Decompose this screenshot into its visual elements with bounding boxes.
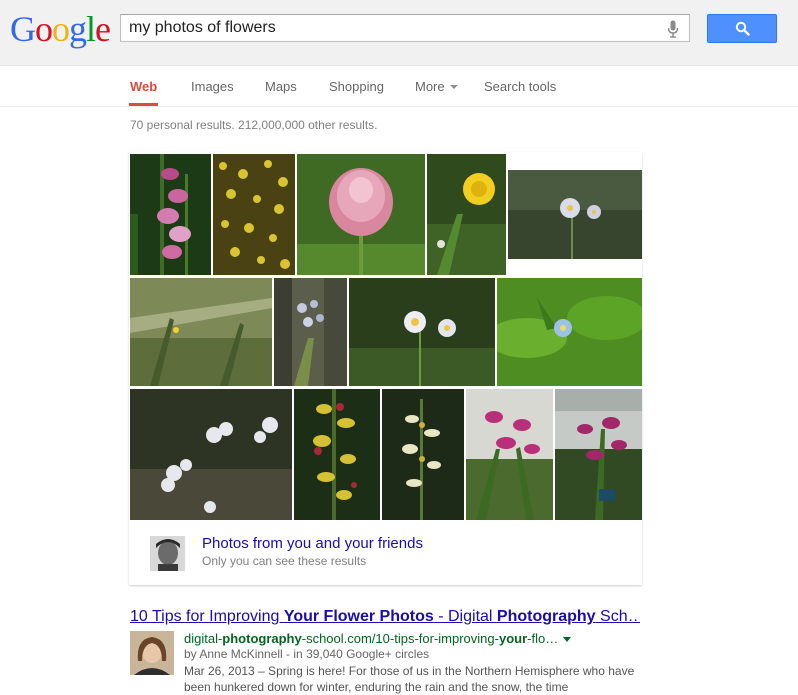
tab-more-label: More [415,79,445,94]
photo-thumbnail[interactable] [382,389,464,520]
tab-search-tools[interactable]: Search tools [484,79,556,106]
photo-thumbnail[interactable] [130,389,292,520]
tab-maps[interactable]: Maps [265,79,297,106]
avatar [150,536,185,571]
tab-images[interactable]: Images [191,79,234,106]
photo-thumbnail[interactable] [294,389,380,520]
google-logo[interactable]: Google [10,9,111,49]
chevron-down-icon [449,84,458,89]
logo-letter: e [95,9,111,49]
photo-thumbnail[interactable] [508,170,642,259]
url-part: digital- [184,631,223,646]
title-part: Sch… [595,608,640,625]
url-part: -school.com/10-tips-for-improving- [301,631,499,646]
photo-thumbnail[interactable] [497,278,642,386]
photo-thumbnail[interactable] [297,154,425,275]
title-part-highlight: Photography [496,608,596,625]
search-input[interactable] [121,15,651,41]
magnifier-icon [735,21,750,36]
result-byline: by Anne McKinnell - in 39,040 Google+ ci… [184,647,430,661]
search-box [120,14,690,42]
result-title-link[interactable]: 10 Tips for Improving Your Flower Photos… [130,607,640,627]
photo-thumbnail[interactable] [274,278,347,386]
header-bar: Google [0,0,798,66]
photo-thumbnail[interactable] [427,154,506,275]
logo-letter: o [35,9,53,49]
photo-thumbnail[interactable] [466,389,553,520]
tab-more[interactable]: More [415,79,458,106]
search-result: 10 Tips for Improving Your Flower Photos… [130,607,650,694]
result-url: digital-photography-school.com/10-tips-f… [184,631,572,646]
url-part: -flo… [527,631,559,646]
chevron-down-icon[interactable] [563,637,572,643]
microphone-icon[interactable] [667,20,679,38]
photos-from-friends-link[interactable]: Photos from you and your friends [202,535,423,552]
tab-shopping[interactable]: Shopping [329,79,384,106]
photo-thumbnail[interactable] [213,154,295,275]
tab-web[interactable]: Web [129,79,159,106]
logo-letter: G [10,9,36,49]
privacy-note: Only you can see these results [202,554,367,568]
title-part-highlight: Your Flower Photos [283,608,434,625]
logo-letter: l [86,9,96,49]
url-part-highlight: your [498,631,528,646]
title-part: - Digital [433,608,497,625]
result-snippet: Mar 26, 2013 – Spring is here! For those… [184,663,644,695]
search-tabs: Web Images Maps Shopping More Search too… [0,66,798,107]
author-avatar[interactable] [130,631,174,675]
photo-thumbnail[interactable] [349,278,495,386]
url-part-highlight: photography [222,631,302,646]
title-part: 10 Tips for Improving [130,608,284,625]
search-button[interactable] [707,14,777,43]
photo-thumbnail[interactable] [555,389,642,520]
photo-thumbnail[interactable] [130,278,272,386]
personal-photos-panel: Photos from you and your friends Only yo… [129,152,642,585]
logo-letter: o [52,9,70,49]
result-stats: 70 personal results. 212,000,000 other r… [130,118,378,132]
logo-letter: g [69,9,87,49]
photo-thumbnail[interactable] [130,154,211,275]
snippet-date: Mar 26, 2013 [184,664,255,678]
